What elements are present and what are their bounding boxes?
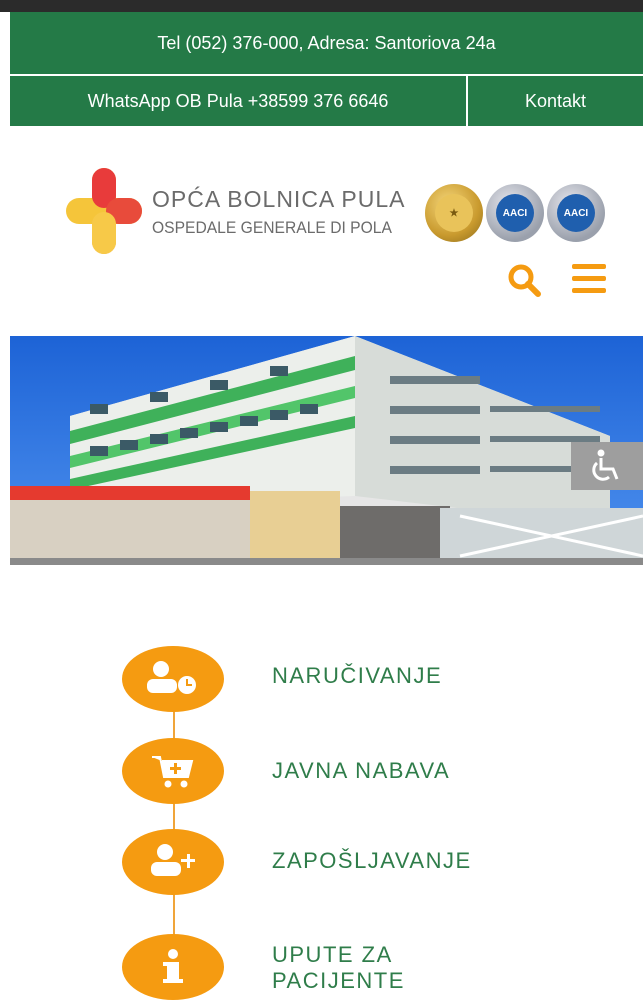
procurement-button[interactable] [122,738,224,804]
cart-icon [152,756,194,788]
naru-link[interactable]: NARUČIVANJE [272,663,442,689]
wheelchair-icon [592,449,619,481]
status-strip [0,0,643,12]
zaposljavanje-link[interactable]: ZAPOŠLJAVANJE [272,848,472,874]
appointment-button[interactable] [122,646,224,712]
aaci-badge-label: AACI [557,194,595,232]
add-user-icon [151,844,195,876]
whatsapp-cell: WhatsApp OB Pula +38599 376 6646 [10,76,468,126]
menu-bar [572,276,606,281]
patient-info-button[interactable] [122,934,224,1000]
gold-badge-center: ★ [435,194,473,232]
kontakt-link[interactable]: Kontakt [468,76,643,126]
logo-title: OPĆA BOLNICA PULA [152,186,406,212]
gold-certificate-badge: ★ [425,184,483,242]
contact-info: Tel (052) 376-000, Adresa: Santoriova 24… [157,32,496,53]
aaci-badge: AACI [547,184,605,242]
contact-bar: Tel (052) 376-000, Adresa: Santoriova 24… [10,12,643,76]
hamburger-menu-icon[interactable] [572,264,606,294]
info-icon [163,949,183,983]
employment-button[interactable] [122,829,224,895]
contact-bar-secondary: WhatsApp OB Pula +38599 376 6646 Kontakt [10,76,643,126]
aaci-badge: AACI [486,184,544,242]
kontakt-label: Kontakt [524,90,587,111]
menu-bar [572,264,606,269]
accessibility-button[interactable] [571,442,643,490]
search-icon[interactable] [506,262,542,298]
appointment-icon [147,661,196,694]
aaci-badge-label: AACI [496,194,534,232]
upute-za-pacijente-link[interactable]: UPUTE ZA PACIJENTE [272,942,492,994]
hospital-building-image [10,336,643,565]
menu-bar [572,288,606,293]
javna-nabava-link[interactable]: JAVNA NABAVA [272,758,450,784]
whatsapp-link[interactable]: WhatsApp OB Pula +38599 376 6646 [88,91,389,112]
logo-subtitle: OSPEDALE GENERALE DI POLA [152,218,392,237]
hospital-logo-icon[interactable] [66,168,142,254]
